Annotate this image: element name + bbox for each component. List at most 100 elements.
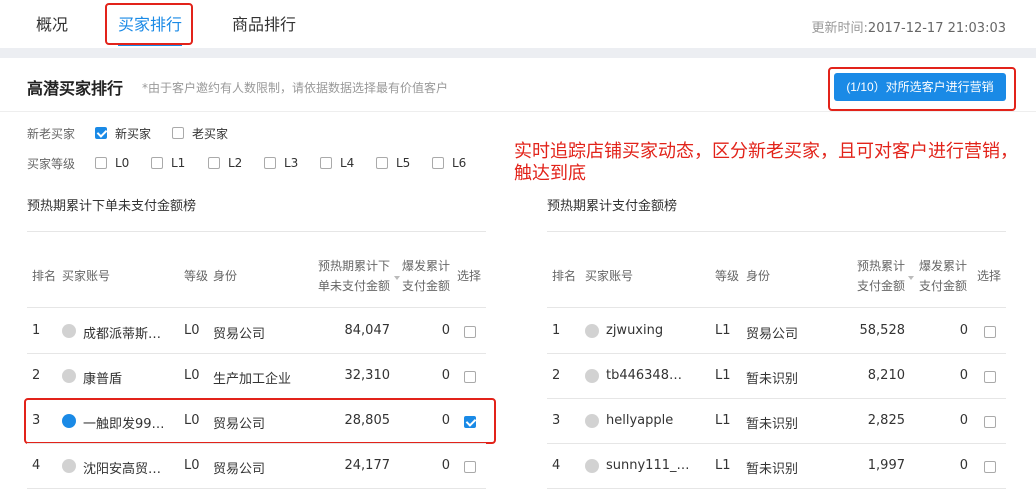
account-cell[interactable]: tb446348…: [606, 368, 682, 383]
left-table-title: 预热期累计下单未支付金额榜: [27, 199, 197, 214]
header-burst-line1: 爆发累计: [402, 259, 451, 273]
row-select-checkbox[interactable]: [984, 326, 996, 338]
top-tab-bar: 概况 买家排行 商品排行 更新时间:2017-12-17 21:03:03: [0, 0, 1036, 48]
checkbox-level-l6[interactable]: L6: [432, 154, 466, 172]
header-amount-line2[interactable]: 单未支付金额: [318, 276, 390, 296]
avatar-icon: [62, 369, 76, 383]
sort-caret-icon[interactable]: [908, 276, 914, 280]
rank-cell: 4: [32, 458, 41, 473]
account-cell[interactable]: zjwuxing: [606, 323, 663, 338]
checkbox-new-buyer[interactable]: 新买家: [95, 124, 151, 142]
checkbox-level-l2[interactable]: L2: [208, 154, 242, 172]
burst-cell: 0: [959, 368, 968, 383]
row-select-checkbox[interactable]: [984, 416, 996, 428]
checkbox-checked-icon[interactable]: [95, 127, 107, 139]
highlight-box-row: [24, 398, 496, 444]
tab-overview[interactable]: 概况: [36, 14, 68, 36]
burst-cell: 0: [959, 413, 968, 428]
checkbox-icon[interactable]: [264, 157, 276, 169]
checkbox-icon[interactable]: [208, 157, 220, 169]
checkbox-level-l1[interactable]: L1: [151, 154, 185, 172]
checkbox-label: L6: [452, 156, 467, 170]
identity-cell: 暂未识别: [746, 462, 799, 477]
amount-cell: 58,528: [859, 323, 906, 338]
checkbox-label: L3: [284, 156, 299, 170]
checkbox-icon[interactable]: [151, 157, 163, 169]
checkbox-label: L0: [115, 156, 130, 170]
header-amount-line2[interactable]: 支付金额: [857, 276, 905, 296]
identity-cell: 暂未识别: [746, 417, 799, 432]
section-note: *由于客户邀约有人数限制，请依据数据选择最有价值客户: [142, 81, 449, 95]
checkbox-level-l4[interactable]: L4: [320, 154, 354, 172]
right-table-title: 预热期累计支付金额榜: [547, 199, 678, 214]
burst-cell: 0: [441, 368, 450, 383]
section-divider: [0, 111, 1036, 112]
level-cell: L1: [715, 413, 731, 428]
checkbox-old-buyer[interactable]: 老买家: [172, 124, 228, 142]
amount-cell: 84,047: [344, 323, 391, 338]
row-divider: [27, 488, 486, 489]
avatar-icon: [585, 324, 599, 338]
row-select-checkbox[interactable]: [984, 461, 996, 473]
row-select-checkbox[interactable]: [984, 371, 996, 383]
header-amount-line1[interactable]: 预热累计: [857, 256, 905, 276]
table-divider: [547, 307, 1006, 308]
burst-cell: 0: [959, 323, 968, 338]
buyer-type-filter: 新老买家 新买家 老买家: [27, 124, 287, 142]
rank-cell: 2: [32, 368, 41, 383]
header-identity: 身份: [746, 269, 771, 283]
header-burst-line2: 支付金额: [402, 279, 451, 293]
account-cell[interactable]: 沈阳安高贸…: [83, 458, 161, 477]
checkbox-icon[interactable]: [320, 157, 332, 169]
header-burst-line2: 支付金额: [919, 279, 968, 293]
amount-cell: 1,997: [867, 458, 905, 473]
header-rank: 排名: [552, 269, 577, 283]
row-select-checkbox[interactable]: [464, 326, 476, 338]
header-level: 等级: [184, 269, 209, 283]
row-divider: [27, 443, 486, 444]
tab-product-ranking[interactable]: 商品排行: [232, 14, 296, 36]
amount-cell: 2,825: [867, 413, 905, 428]
account-cell[interactable]: sunny111_…: [606, 458, 690, 473]
checkbox-level-l5[interactable]: L5: [376, 154, 410, 172]
burst-cell: 0: [441, 323, 450, 338]
sort-caret-icon[interactable]: [394, 276, 400, 280]
checkbox-level-l3[interactable]: L3: [264, 154, 298, 172]
row-select-checkbox[interactable]: [464, 461, 476, 473]
header-account: 买家账号: [585, 269, 634, 283]
amount-cell: 24,177: [344, 458, 391, 473]
checkbox-level-l0[interactable]: L0: [95, 154, 129, 172]
rank-cell: 3: [552, 413, 561, 428]
header-rank: 排名: [32, 269, 57, 283]
account-cell[interactable]: hellyapple: [606, 413, 673, 428]
identity-cell: 贸易公司: [213, 462, 266, 477]
update-time: 更新时间:2017-12-17 21:03:03: [812, 17, 1006, 36]
row-divider: [547, 443, 1006, 444]
header-amount-line1[interactable]: 预热期累计下: [318, 256, 390, 276]
update-time-label: 更新时间:: [811, 21, 868, 36]
checkbox-icon[interactable]: [432, 157, 444, 169]
rank-cell: 1: [552, 323, 561, 338]
row-select-checkbox[interactable]: [464, 371, 476, 383]
level-cell: L0: [184, 458, 200, 473]
table-divider: [547, 231, 1006, 232]
checkbox-label: L2: [228, 156, 243, 170]
buyer-level-label: 买家等级: [27, 157, 76, 171]
checkbox-label: 老买家: [192, 126, 229, 141]
table-divider: [27, 307, 486, 308]
highlight-box-tab: [105, 3, 193, 45]
account-cell[interactable]: 康普盾: [83, 368, 122, 387]
account-cell[interactable]: 成都派蒂斯…: [83, 323, 161, 342]
header-level: 等级: [715, 269, 740, 283]
rank-cell: 1: [32, 323, 41, 338]
marketing-button[interactable]: (1/10）对所选客户进行营销: [834, 73, 1006, 101]
amount-cell: 32,310: [344, 368, 391, 383]
checkbox-label: L5: [396, 156, 411, 170]
checkbox-icon[interactable]: [172, 127, 184, 139]
avatar-icon: [585, 369, 599, 383]
row-divider: [547, 488, 1006, 489]
table-divider: [27, 231, 486, 232]
checkbox-icon[interactable]: [376, 157, 388, 169]
checkbox-label: L1: [171, 156, 186, 170]
checkbox-icon[interactable]: [95, 157, 107, 169]
